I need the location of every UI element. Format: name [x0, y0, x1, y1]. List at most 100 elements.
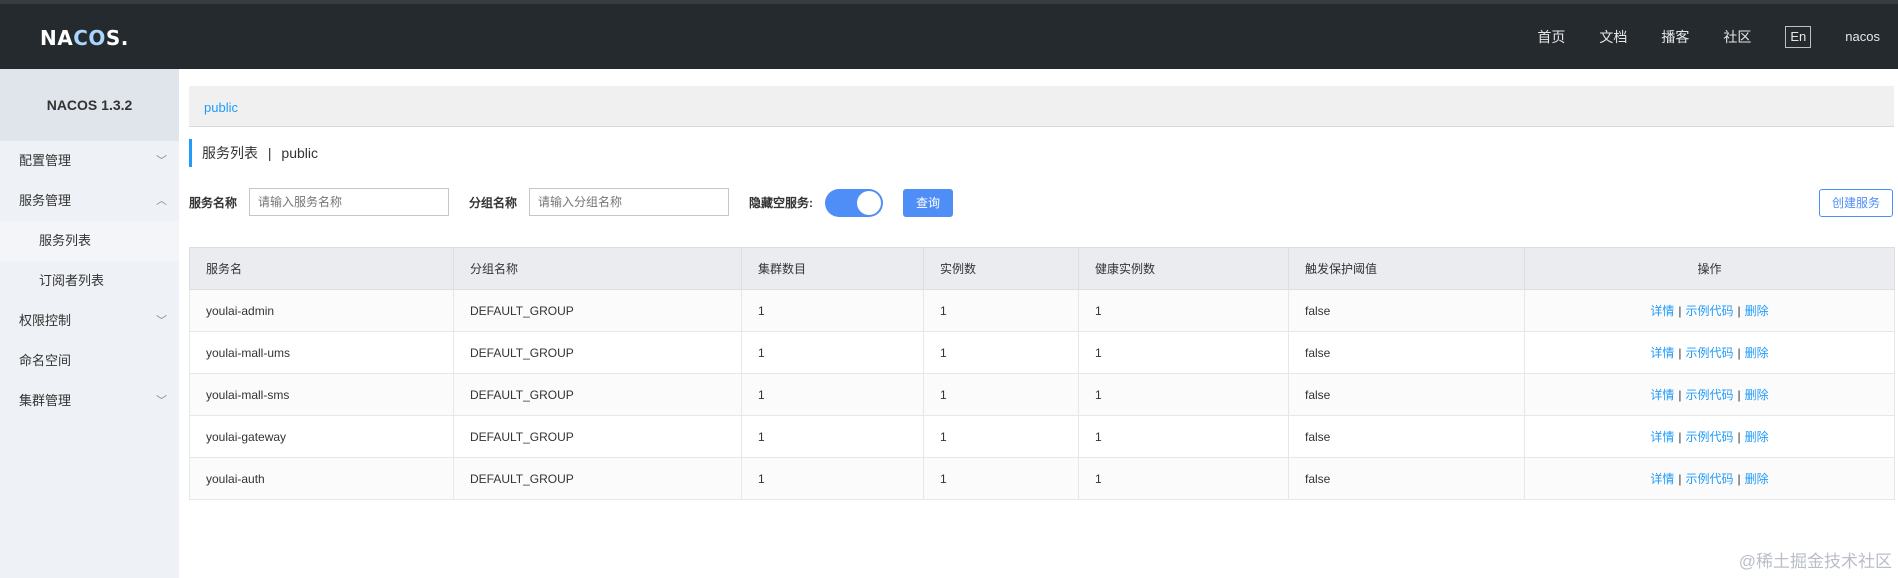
table-cell: 1: [1078, 289, 1289, 332]
table-cell: youlai-gateway: [189, 415, 454, 458]
table-cell: 1: [741, 331, 924, 374]
namespace-tab-public[interactable]: public: [204, 100, 238, 115]
nav-blog[interactable]: 播客: [1661, 27, 1689, 47]
detail-link[interactable]: 详情: [1650, 388, 1674, 402]
sample-code-link[interactable]: 示例代码: [1685, 346, 1733, 360]
query-button[interactable]: 查询: [903, 189, 953, 217]
hide-empty-toggle[interactable]: [825, 189, 883, 217]
nav-home[interactable]: 首页: [1537, 27, 1565, 47]
table-cell: 1: [741, 457, 924, 500]
logo-text-mid: CO: [73, 26, 106, 50]
chevron-down-icon: ﹀: [156, 315, 167, 327]
service-table: 服务名 分组名称 集群数目 实例数 健康实例数 触发保护阈值 操作 youlai…: [189, 247, 1895, 500]
sidebar: NACOS 1.3.2 配置管理 ﹀ 服务管理 ︿ 服务列表 订阅者列表 权限控…: [0, 69, 179, 578]
action-separator: |: [1678, 472, 1682, 486]
group-name-label: 分组名称: [469, 196, 518, 210]
table-cell: false: [1288, 457, 1525, 500]
table-cell: 1: [1078, 373, 1289, 416]
sidebar-item-access-control[interactable]: 权限控制 ﹀: [0, 301, 179, 341]
page-title-text: 服务列表: [202, 145, 258, 161]
table-cell: 1: [923, 373, 1079, 416]
col-instance-count: 实例数: [923, 247, 1079, 290]
col-operations: 操作: [1524, 247, 1895, 290]
row-actions: 详情 | 示例代码 | 删除: [1524, 373, 1895, 416]
action-separator: |: [1737, 388, 1741, 402]
detail-link[interactable]: 详情: [1650, 472, 1674, 486]
col-cluster-count: 集群数目: [741, 247, 924, 290]
sidebar-item-config-management[interactable]: 配置管理 ﹀: [0, 141, 179, 181]
language-switch-button[interactable]: En: [1785, 25, 1812, 48]
detail-link[interactable]: 详情: [1650, 304, 1674, 318]
sidebar-item-label: 集群管理: [19, 393, 72, 408]
col-protect-threshold: 触发保护阈值: [1288, 247, 1525, 290]
sidebar-item-namespace[interactable]: 命名空间: [0, 341, 179, 381]
table-cell: 1: [923, 289, 1079, 332]
hide-empty-label: 隐藏空服务:: [749, 196, 813, 210]
sidebar-item-cluster-management[interactable]: 集群管理 ﹀: [0, 381, 179, 421]
table-cell: DEFAULT_GROUP: [453, 331, 742, 374]
group-name-input[interactable]: [529, 188, 729, 216]
nacos-logo[interactable]: NACOS.: [40, 26, 129, 50]
sidebar-item-label: 配置管理: [19, 153, 72, 168]
version-label: NACOS 1.3.2: [0, 69, 179, 141]
table-cell: 1: [741, 289, 924, 332]
table-body: youlai-admin DEFAULT_GROUP 1 1 1 false 详情 | 示例代码…: [189, 289, 1895, 500]
table-cell: youlai-mall-ums: [189, 331, 454, 374]
sidebar-menu: 配置管理 ﹀ 服务管理 ︿ 服务列表 订阅者列表 权限控制 ﹀ 命名空间 集群管…: [0, 141, 179, 421]
row-actions: 详情 | 示例代码 | 删除: [1524, 331, 1895, 374]
row-actions: 详情 | 示例代码 | 删除: [1524, 415, 1895, 458]
table-cell: false: [1288, 331, 1525, 374]
sidebar-item-label: 权限控制: [19, 313, 72, 328]
table-cell: 1: [923, 457, 1079, 500]
sample-code-link[interactable]: 示例代码: [1685, 388, 1733, 402]
table-cell: 1: [923, 415, 1079, 458]
page-title-separator: |: [267, 145, 272, 161]
sidebar-item-subscriber-list[interactable]: 订阅者列表: [0, 261, 179, 301]
nav-docs[interactable]: 文档: [1599, 27, 1627, 47]
logo-text-left: NA: [40, 26, 74, 50]
action-separator: |: [1737, 304, 1741, 318]
create-service-button[interactable]: 创建服务: [1819, 189, 1893, 217]
delete-link[interactable]: 删除: [1745, 430, 1769, 444]
sample-code-link[interactable]: 示例代码: [1685, 472, 1733, 486]
table-row: youlai-admin DEFAULT_GROUP 1 1 1 false 详情 | 示例代码…: [189, 289, 1895, 332]
delete-link[interactable]: 删除: [1745, 304, 1769, 318]
page-title-namespace: public: [281, 145, 319, 161]
nav-community[interactable]: 社区: [1723, 27, 1751, 47]
table-cell: 1: [923, 331, 1079, 374]
row-actions: 详情 | 示例代码 | 删除: [1524, 289, 1895, 332]
table-cell: DEFAULT_GROUP: [453, 415, 742, 458]
table-row: youlai-auth DEFAULT_GROUP 1 1 1 false 详情 | 示例代码 |…: [189, 457, 1895, 500]
sidebar-item-label: 订阅者列表: [39, 273, 105, 288]
table-cell: 1: [741, 373, 924, 416]
table-cell: false: [1288, 415, 1525, 458]
service-name-input[interactable]: [249, 188, 449, 216]
action-separator: |: [1678, 430, 1682, 444]
action-separator: |: [1678, 346, 1682, 360]
table-cell: 1: [1078, 457, 1289, 500]
sample-code-link[interactable]: 示例代码: [1685, 430, 1733, 444]
table-cell: false: [1288, 373, 1525, 416]
col-service-name: 服务名: [189, 247, 454, 290]
table-cell: youlai-auth: [189, 457, 454, 500]
chevron-down-icon: ﹀: [156, 155, 167, 167]
delete-link[interactable]: 删除: [1745, 388, 1769, 402]
sidebar-item-service-list[interactable]: 服务列表: [0, 221, 179, 261]
table-cell: DEFAULT_GROUP: [453, 457, 742, 500]
filter-bar: 服务名称 分组名称 隐藏空服务: 查询 创建服务: [189, 188, 1894, 218]
table-header-row: 服务名 分组名称 集群数目 实例数 健康实例数 触发保护阈值 操作: [189, 247, 1895, 290]
delete-link[interactable]: 删除: [1745, 472, 1769, 486]
sample-code-link[interactable]: 示例代码: [1685, 304, 1733, 318]
table-cell: DEFAULT_GROUP: [453, 289, 742, 332]
detail-link[interactable]: 详情: [1650, 346, 1674, 360]
sidebar-item-service-management[interactable]: 服务管理 ︿: [0, 181, 179, 221]
toggle-knob: [857, 191, 881, 215]
table-cell: 1: [1078, 331, 1289, 374]
detail-link[interactable]: 详情: [1650, 430, 1674, 444]
action-separator: |: [1737, 472, 1741, 486]
delete-link[interactable]: 删除: [1745, 346, 1769, 360]
table-cell: 1: [741, 415, 924, 458]
service-name-label: 服务名称: [189, 196, 238, 210]
user-name[interactable]: nacos: [1845, 29, 1880, 44]
table-cell: 1: [1078, 415, 1289, 458]
